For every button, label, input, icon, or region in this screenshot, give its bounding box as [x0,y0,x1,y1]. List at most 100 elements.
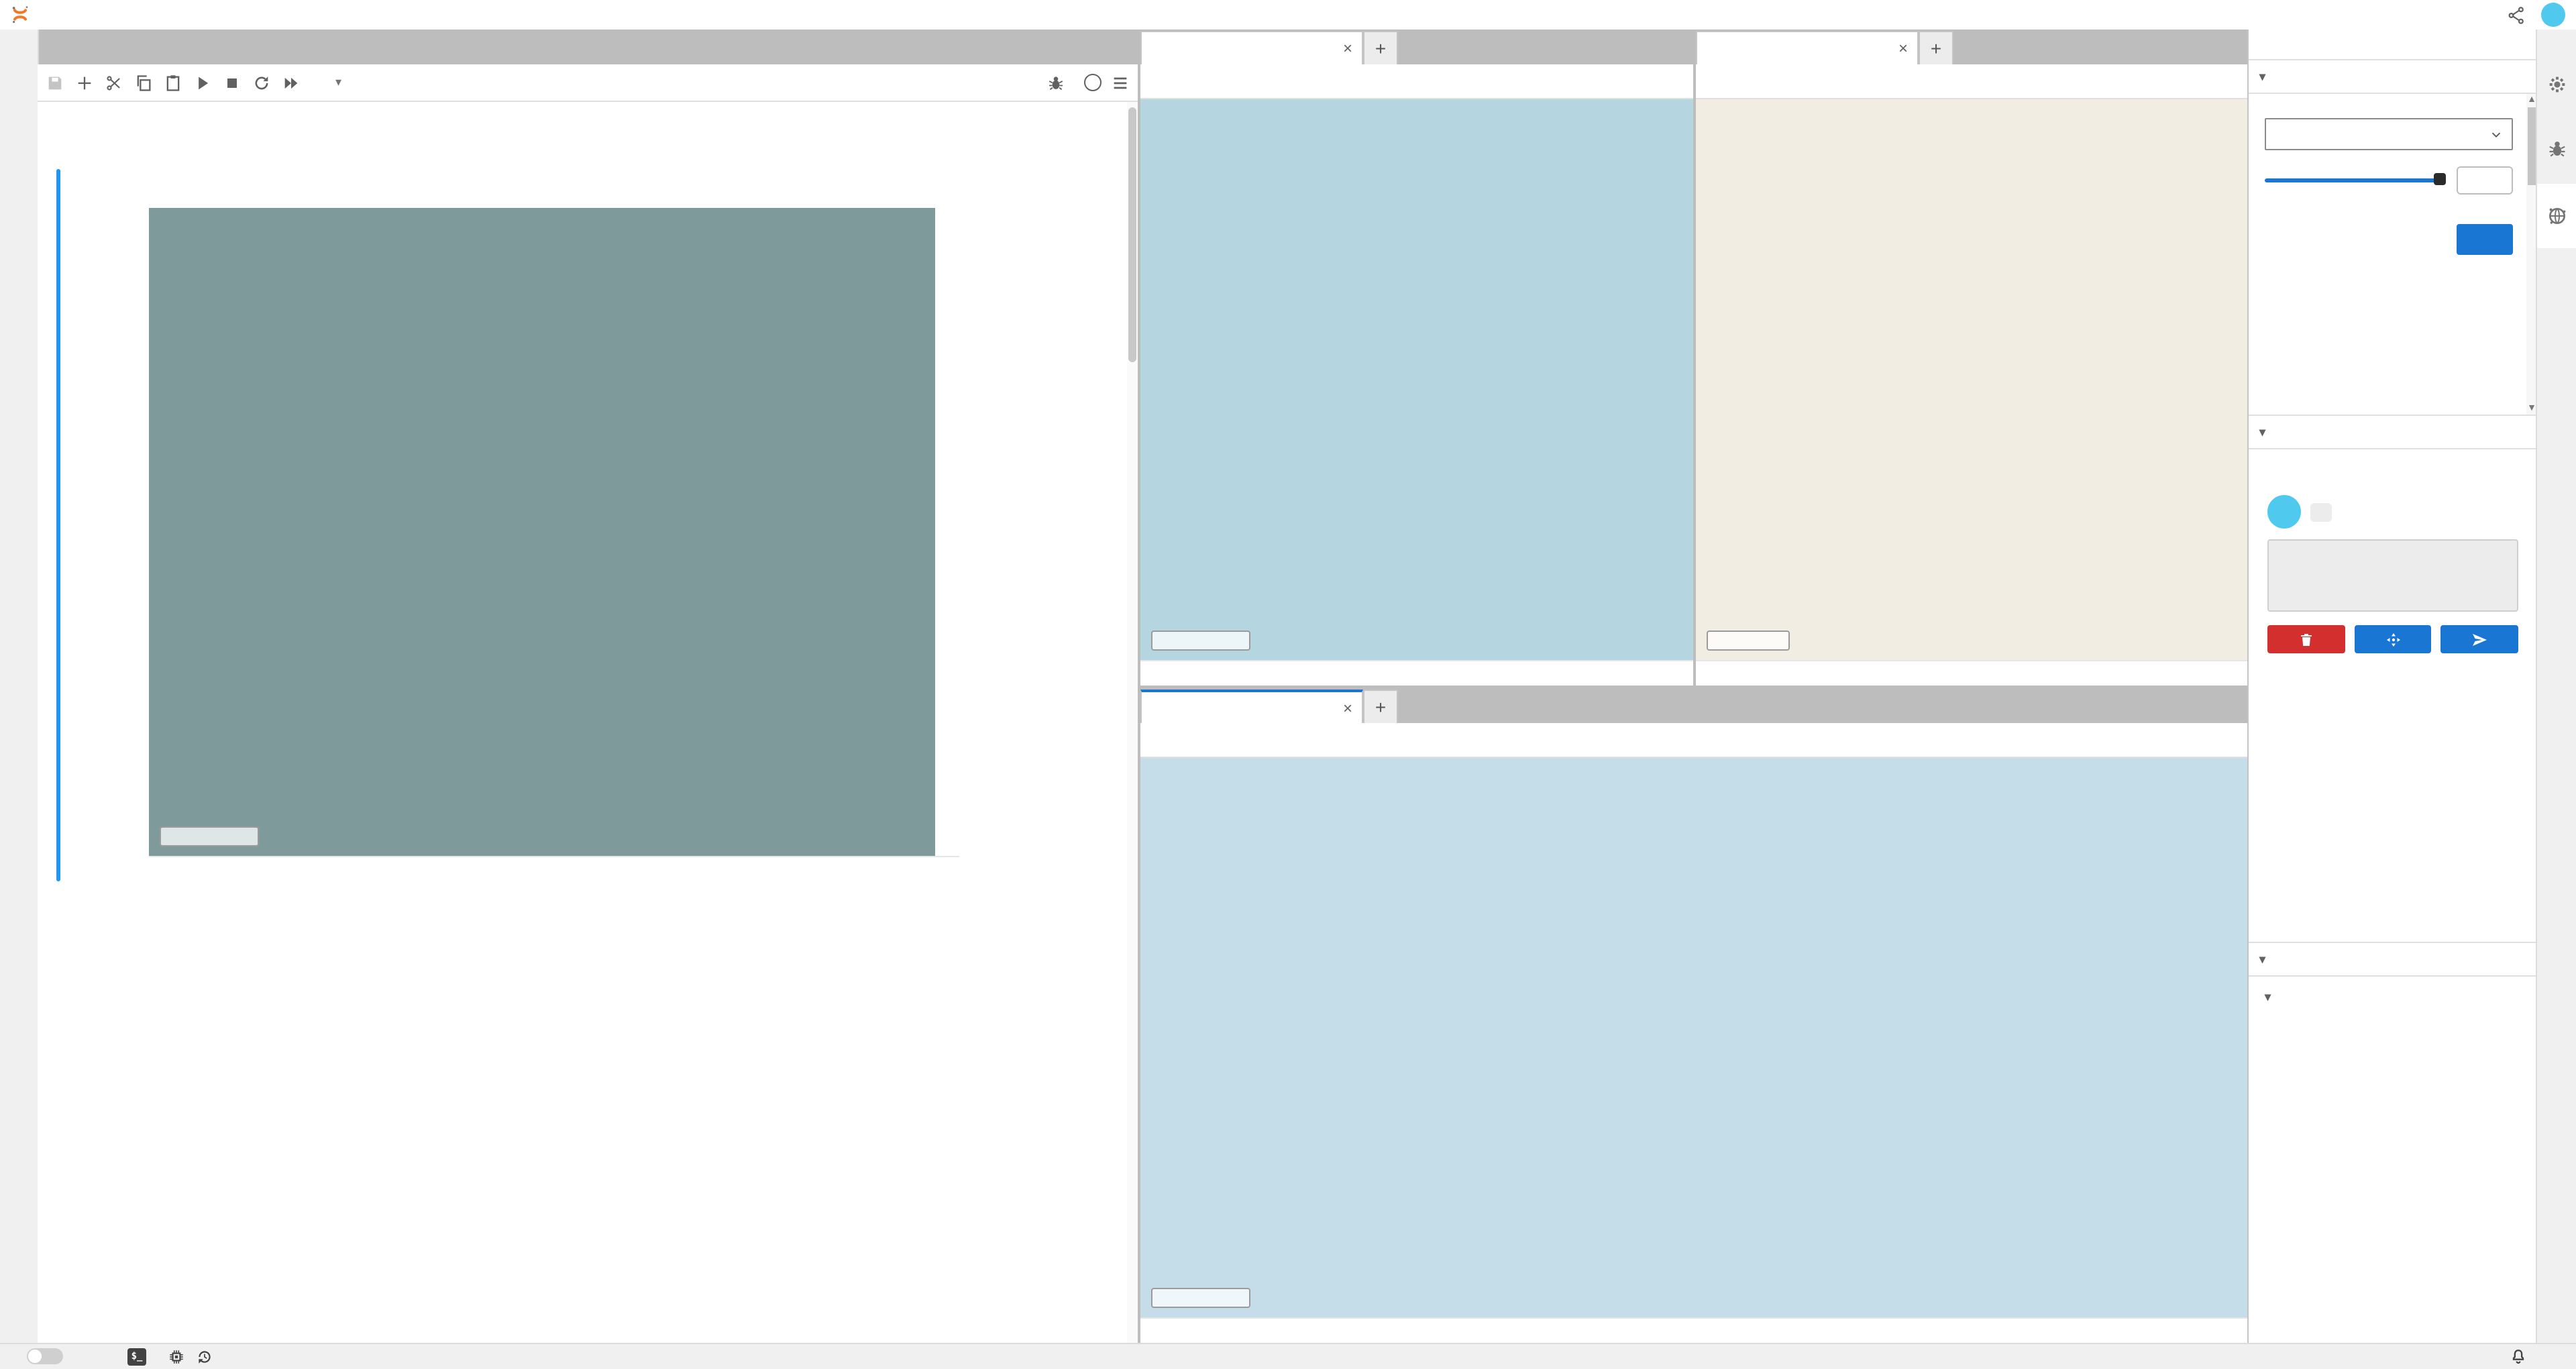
notebook-toolbar: ▾ [38,64,1138,102]
comment-avatar [2267,495,2301,529]
sidebar-title [2249,30,2537,60]
output-prompt [70,169,129,881]
jgis-globe-icon [1151,39,1170,58]
cut-icon[interactable] [105,73,123,92]
new-tab-button[interactable]: + [1363,31,1398,64]
geotiff-statusbar [1140,1317,2247,1342]
geotiff-panel: × + [1140,688,2247,1342]
output-prompt [70,893,129,900]
earthquakes-map[interactable] [1140,99,1693,660]
menu-bar [0,0,2576,30]
history-icon[interactable] [196,1348,213,1365]
debugger-bug-icon[interactable] [1046,73,1065,92]
geotiff-map[interactable] [1140,758,2247,1317]
france-map[interactable] [149,208,935,856]
run-icon[interactable] [193,73,212,92]
identify-header[interactable]: ▾ [2249,943,2537,977]
cell-output-map [56,169,1004,881]
submit-annotation-button[interactable] [2441,625,2518,653]
gis-toolbar [1140,64,1693,99]
close-tab-icon[interactable]: × [1343,698,1352,717]
map-scale-bar [1151,631,1250,651]
bell-icon[interactable] [2509,1347,2528,1366]
close-tab-icon[interactable]: × [1343,39,1352,58]
cell-type-dropdown[interactable]: ▾ [317,75,341,90]
earthquakes-panel: × + [1140,30,1693,686]
close-tab-icon[interactable]: × [1898,39,1908,58]
earthquakes-statusbar [1140,660,1693,686]
jupyterlab-window: ▾ [0,0,2576,1369]
slider-thumb[interactable] [2434,173,2446,185]
jupytergis-logo-icon [9,4,31,25]
simple-mode-toggle[interactable] [27,1348,63,1364]
chevron-down-icon [2489,127,2504,142]
copy-icon[interactable] [134,73,153,92]
settings-gear-icon[interactable] [2546,74,2567,95]
status-bar: $_ [0,1342,2576,1369]
comment-text [2310,502,2332,521]
buildings-map[interactable] [1696,99,2247,660]
new-tab-button[interactable]: + [1919,31,1953,64]
map-scale-bar [1707,631,1790,651]
center-annotation-button[interactable] [2354,625,2431,653]
add-cell-icon[interactable] [75,73,94,92]
gis-toolbar [1696,64,2247,99]
delete-annotation-button[interactable] [2267,625,2345,653]
identify-body: ▾ [2249,977,2537,1342]
buildings-statusbar [1696,660,2247,686]
user-avatar[interactable] [2541,3,2565,27]
kernel-chip-icon [168,1348,185,1365]
map-scale-bar [1151,1287,1250,1307]
feature-row[interactable]: ▾ [2265,990,2521,1005]
ok-button[interactable] [2457,224,2513,255]
send-icon [2471,631,2487,647]
panel-menu-icon[interactable] [1111,73,1130,92]
notebook-panel: ▾ [38,30,1138,1342]
caret-down-icon: ▾ [2259,69,2266,84]
notebook-tabbar [38,30,1138,64]
jgis-panel-globe-icon[interactable] [2546,205,2567,227]
gis-toolbar [1140,723,2247,758]
right-sidebar: ▾ ▲ ▼ [2247,30,2537,1342]
opacity-slider[interactable] [2265,178,2443,182]
cell-output-text [56,893,1004,900]
notebook-scrollbar[interactable] [1127,102,1138,1342]
france-map-statusbar [149,856,959,881]
map-scale-bar [160,826,259,846]
terminal-icon: $_ [127,1348,146,1365]
annotations-body [2249,449,2537,943]
tab-geotiff[interactable]: × [1140,690,1363,723]
output-text [129,893,1004,900]
kernel-status-icon[interactable] [1084,74,1102,91]
annotation-input[interactable] [2267,539,2518,612]
buildings-panel: × + [1696,30,2247,686]
caret-down-icon: ▾ [2259,952,2266,967]
gis-map-toolbar [149,172,1004,201]
jgis-globe-icon [1151,698,1170,717]
share-icon[interactable] [2506,5,2526,25]
opacity-value[interactable] [2457,166,2513,195]
left-activity-bar [0,30,39,1342]
debugger-bug-icon[interactable] [2546,138,2567,160]
qgis-icon [1707,39,1725,58]
center-target-icon [2385,631,2401,647]
caret-down-icon: ▾ [2265,990,2271,1005]
run-all-icon[interactable] [282,73,301,92]
caret-down-icon: ▾ [2259,425,2266,439]
annotation-comment [2267,495,2518,529]
trash-icon [2298,631,2314,647]
tab-buildings[interactable]: × [1696,31,1919,64]
stop-icon[interactable] [223,73,241,92]
restart-kernel-icon[interactable] [252,73,271,92]
paste-icon[interactable] [164,73,182,92]
output-collapser[interactable] [56,169,60,881]
right-activity-bar [2536,30,2576,1342]
source-select[interactable] [2265,118,2513,150]
annotations-header[interactable]: ▾ [2249,416,2537,449]
save-icon[interactable] [46,73,64,92]
objects-properties-body: ▲ ▼ [2249,94,2537,416]
tab-earthquakes[interactable]: × [1140,31,1363,64]
new-tab-button[interactable]: + [1363,690,1398,723]
notebook-content[interactable] [38,102,1138,1342]
objects-properties-header[interactable]: ▾ [2249,60,2537,94]
